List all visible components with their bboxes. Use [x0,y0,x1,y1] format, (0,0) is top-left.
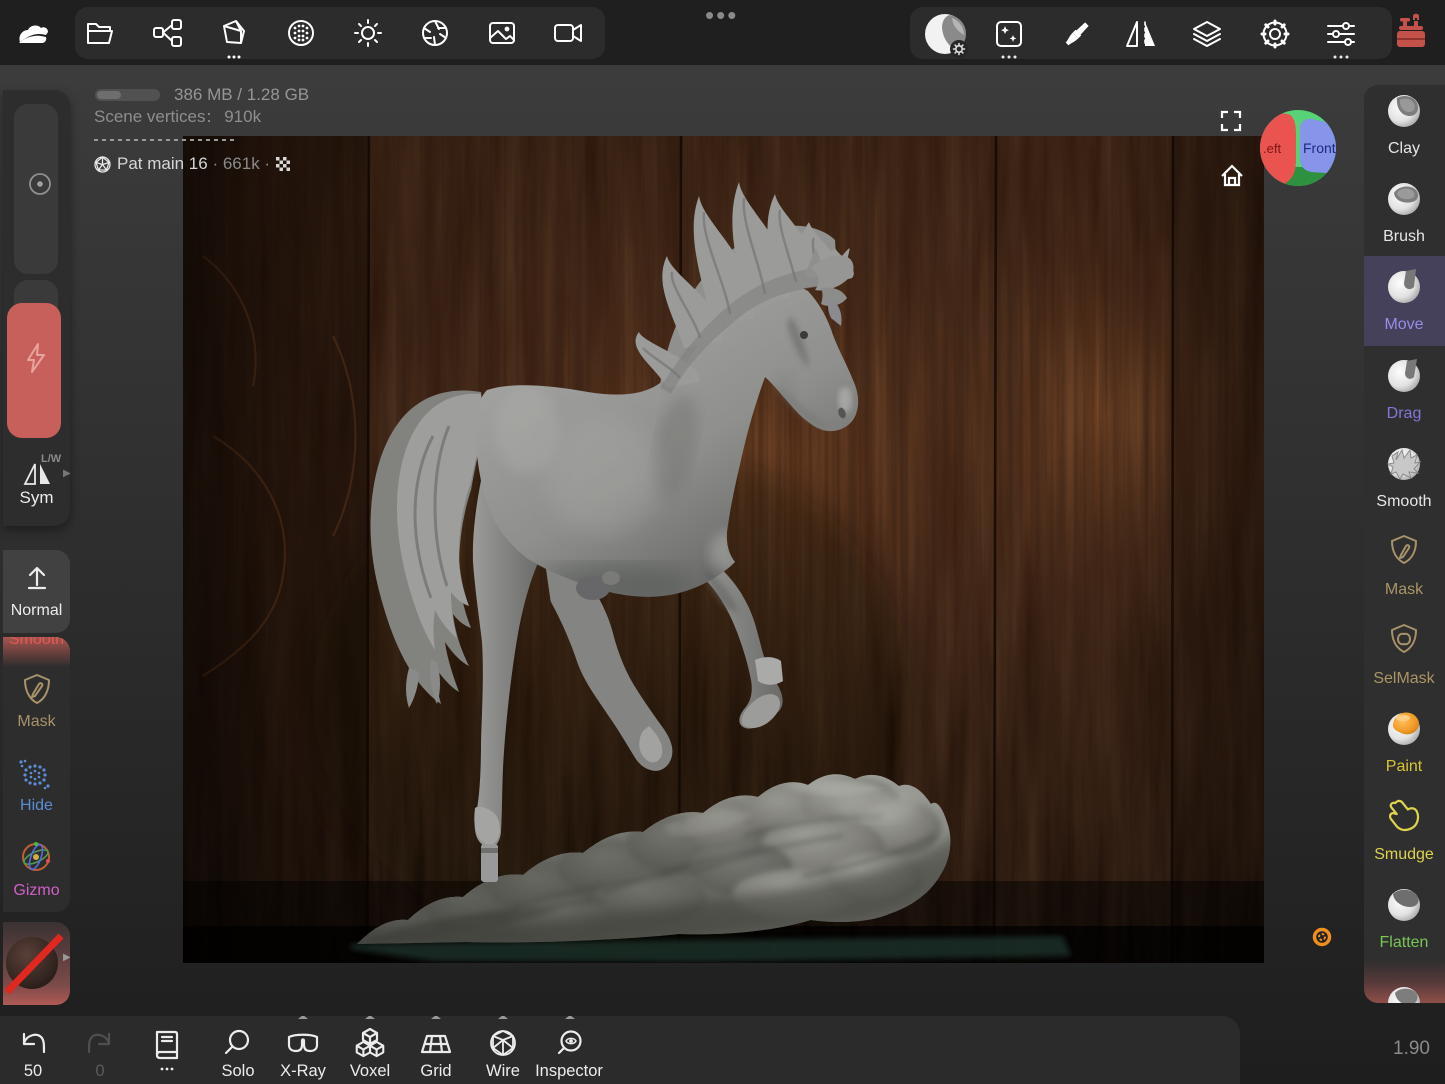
svg-text:X-Ray: X-Ray [280,1062,327,1080]
svg-text:Voxel: Voxel [350,1062,390,1080]
svg-text:Paint: Paint [1386,758,1423,775]
svg-text:Move: Move [1384,316,1423,333]
svg-text:0: 0 [95,1062,104,1080]
svg-text:Brush: Brush [1383,228,1425,245]
svg-text:Smooth: Smooth [1376,493,1431,510]
svg-text:Grid: Grid [420,1062,451,1080]
svg-text:Drag: Drag [1387,405,1422,422]
svg-text:Solo: Solo [221,1062,254,1080]
svg-text:50: 50 [24,1062,42,1080]
svg-text:Front: Front [1303,140,1336,156]
svg-text:Clay: Clay [1388,140,1420,157]
svg-text:Smudge: Smudge [1374,846,1434,863]
svg-text:.eft: .eft [1263,141,1281,156]
svg-text:SelMask: SelMask [1373,670,1435,687]
svg-text:Inspector: Inspector [535,1062,603,1080]
svg-text:Flatten: Flatten [1380,934,1429,951]
svg-text:Mask: Mask [1385,581,1424,598]
svg-text:Wire: Wire [486,1062,520,1080]
